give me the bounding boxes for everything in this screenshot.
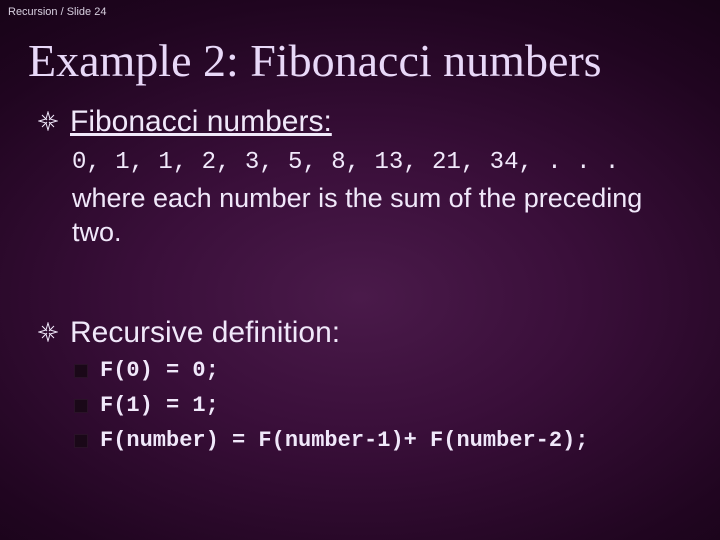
list-item: F(number) = F(number-1)+ F(number-2); xyxy=(74,428,692,453)
code-line: F(1) = 1; xyxy=(100,393,219,418)
list-item: F(0) = 0; xyxy=(74,358,692,383)
square-bullet-icon xyxy=(74,399,88,413)
fibonacci-sequence: 0, 1, 1, 2, 3, 5, 8, 13, 21, 34, . . . xyxy=(72,149,692,176)
star-bullet-icon xyxy=(38,322,60,342)
section1-heading: Fibonacci numbers: xyxy=(70,105,332,139)
bullet-recursive-definition: Recursive definition: xyxy=(38,316,692,350)
spacer xyxy=(38,258,692,316)
section2-heading: Recursive definition: xyxy=(70,316,340,350)
slide-content: Fibonacci numbers: 0, 1, 1, 2, 3, 5, 8, … xyxy=(0,105,720,453)
square-bullet-icon xyxy=(74,364,88,378)
list-item: F(1) = 1; xyxy=(74,393,692,418)
star-bullet-icon xyxy=(38,111,60,131)
bullet-fibonacci-numbers: Fibonacci numbers: xyxy=(38,105,692,139)
code-line: F(number) = F(number-1)+ F(number-2); xyxy=(100,428,588,453)
code-line: F(0) = 0; xyxy=(100,358,219,383)
section1-body: 0, 1, 1, 2, 3, 5, 8, 13, 21, 34, . . . w… xyxy=(72,149,692,250)
section1-description: where each number is the sum of the prec… xyxy=(72,182,662,250)
slide-header: Recursion / Slide 24 xyxy=(0,0,720,22)
section2-items: F(0) = 0; F(1) = 1; F(number) = F(number… xyxy=(74,358,692,453)
square-bullet-icon xyxy=(74,434,88,448)
slide-title: Example 2: Fibonacci numbers xyxy=(0,22,720,105)
